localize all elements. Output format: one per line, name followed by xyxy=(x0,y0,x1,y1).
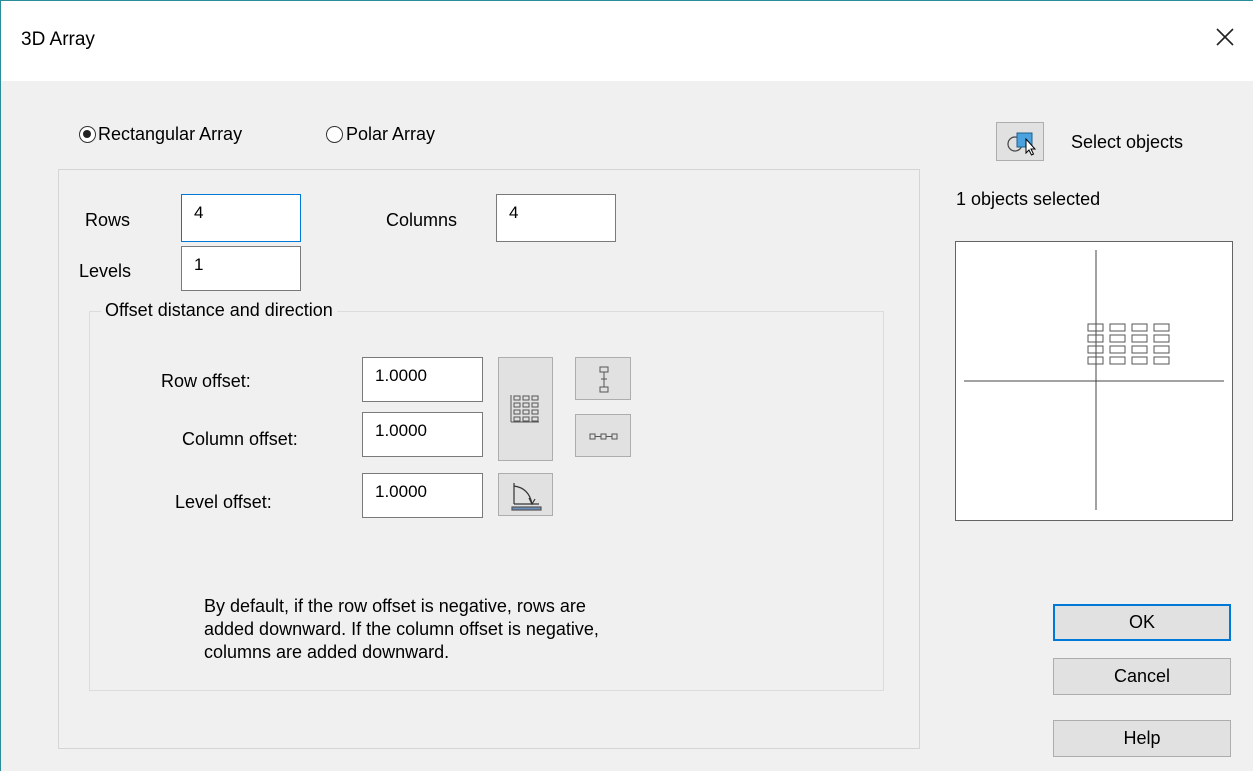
radio-rectangular-label: Rectangular Array xyxy=(98,124,243,144)
array-preview xyxy=(955,241,1233,521)
window-title: 3D Array xyxy=(21,29,95,50)
preview-array-cell xyxy=(1131,345,1148,354)
preview-array-cell xyxy=(1109,323,1126,332)
row-offset-input[interactable]: 1.0000 xyxy=(362,357,483,402)
array-preview-drawing xyxy=(964,250,1224,510)
preview-array-cell xyxy=(1153,356,1170,365)
level-offset-label: Level offset: xyxy=(175,492,272,512)
rows-input[interactable]: 4 xyxy=(181,194,301,242)
close-icon xyxy=(1216,28,1234,46)
dialog-3d-array: 3D Array Rectangular Array Polar Array R… xyxy=(0,0,1253,771)
offset-note: By default, if the row offset is negativ… xyxy=(204,596,599,662)
preview-array-cell xyxy=(1109,345,1126,354)
row-offset-label: Row offset: xyxy=(161,371,251,391)
preview-array-cell xyxy=(1153,323,1170,332)
close-button[interactable] xyxy=(1207,19,1243,55)
ok-button[interactable]: OK xyxy=(1053,604,1231,641)
column-offset-icon xyxy=(589,433,618,440)
columns-label: Columns xyxy=(386,210,458,230)
radio-polar-indicator xyxy=(326,126,343,143)
cancel-button[interactable]: Cancel xyxy=(1053,658,1231,695)
select-objects-label: Select objects xyxy=(1071,132,1184,152)
radio-polar-array[interactable]: Polar Array xyxy=(326,124,476,148)
preview-array-cell xyxy=(1109,356,1126,365)
level-offset-input[interactable]: 1.0000 xyxy=(362,473,483,518)
rows-label: Rows xyxy=(85,210,131,230)
preview-array-cell xyxy=(1131,323,1148,332)
title-bar: 3D Array xyxy=(1,1,1253,81)
preview-array-cell xyxy=(1109,334,1126,343)
column-offset-input[interactable]: 1.0000 xyxy=(362,412,483,457)
preview-array-cell xyxy=(1153,345,1170,354)
select-objects-icon xyxy=(1007,132,1037,156)
column-offset-label: Column offset: xyxy=(182,429,298,449)
radio-polar-label: Polar Array xyxy=(346,124,436,144)
selection-status: 1 objects selected xyxy=(956,189,1101,209)
pick-level-offset-button[interactable] xyxy=(498,473,553,516)
columns-input[interactable]: 4 xyxy=(496,194,616,242)
pick-row-offset-button[interactable] xyxy=(575,357,631,400)
unit-cell-grid-icon xyxy=(510,395,539,423)
pick-column-offset-button[interactable] xyxy=(575,414,631,457)
levels-input[interactable]: 1 xyxy=(181,246,301,291)
pick-unit-cell-button[interactable] xyxy=(498,357,553,461)
level-offset-icon xyxy=(511,483,542,511)
radio-rectangular-array[interactable]: Rectangular Array xyxy=(79,124,289,148)
row-offset-icon xyxy=(599,366,609,393)
radio-rectangular-indicator xyxy=(79,126,96,143)
preview-array-cell xyxy=(1131,356,1148,365)
offset-group-label: Offset distance and direction xyxy=(101,300,337,321)
help-button[interactable]: Help xyxy=(1053,720,1231,757)
preview-array-cell xyxy=(1153,334,1170,343)
select-objects-button[interactable] xyxy=(996,122,1044,161)
levels-label: Levels xyxy=(79,261,132,281)
preview-array-cell xyxy=(1131,334,1148,343)
